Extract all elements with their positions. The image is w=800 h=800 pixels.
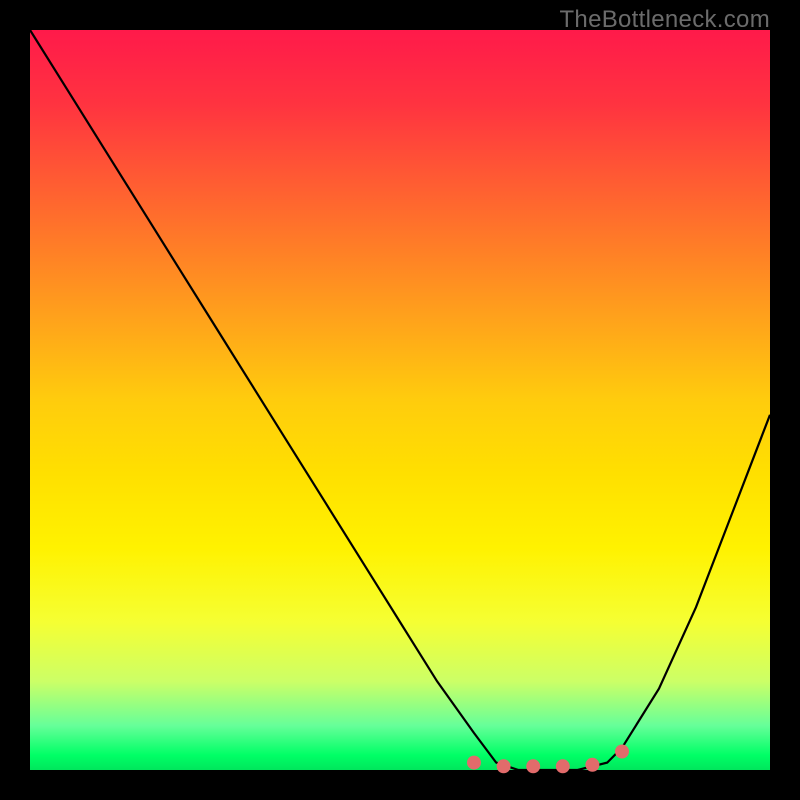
bottleneck-curve — [30, 30, 770, 770]
marker-dot — [497, 759, 511, 773]
marker-dot — [526, 759, 540, 773]
plot-area — [30, 30, 770, 770]
marker-dot — [585, 758, 599, 772]
marker-dot — [615, 745, 629, 759]
curve-svg — [30, 30, 770, 770]
chart-frame: TheBottleneck.com — [0, 0, 800, 800]
marker-dot — [467, 756, 481, 770]
marker-dot — [556, 759, 570, 773]
